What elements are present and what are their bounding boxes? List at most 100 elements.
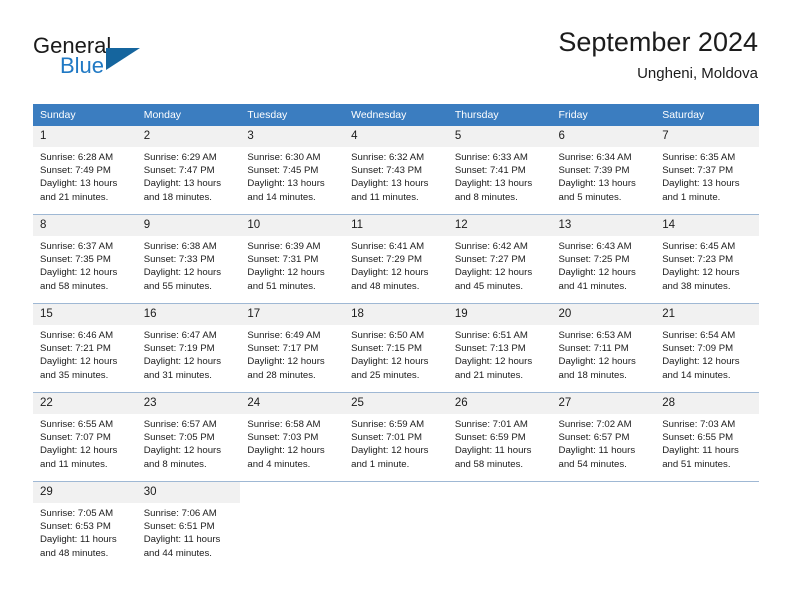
calendar-day-cell[interactable]: 26 Sunrise: 7:01 AM Sunset: 6:59 PM Dayl… bbox=[447, 392, 552, 482]
day-details: Sunrise: 7:02 AM Sunset: 6:57 PM Dayligh… bbox=[552, 414, 656, 471]
calendar-day-cell[interactable]: 24 Sunrise: 6:58 AM Sunset: 7:03 PM Dayl… bbox=[240, 392, 345, 482]
calendar-day-cell[interactable]: 30 Sunrise: 7:06 AM Sunset: 6:51 PM Dayl… bbox=[136, 481, 241, 568]
sunset-text: Sunset: 6:59 PM bbox=[454, 432, 526, 444]
calendar-day-cell[interactable]: 2 Sunrise: 6:29 AM Sunset: 7:47 PM Dayli… bbox=[136, 126, 241, 215]
daylight-text-line2: and 1 minute. bbox=[351, 458, 410, 470]
day-number: 15 bbox=[33, 304, 137, 325]
sunrise-text: Sunrise: 6:39 AM bbox=[247, 241, 321, 252]
day-details: Sunrise: 6:58 AM Sunset: 7:03 PM Dayligh… bbox=[240, 414, 344, 471]
day-number: 28 bbox=[655, 393, 759, 414]
general-blue-logo[interactable]: General Blue bbox=[33, 34, 213, 84]
weekday-header-saturday: Saturday bbox=[655, 104, 759, 126]
day-details: Sunrise: 6:38 AM Sunset: 7:33 PM Dayligh… bbox=[137, 236, 241, 293]
day-number bbox=[447, 482, 552, 503]
calendar-day-cell[interactable]: 21 Sunrise: 6:54 AM Sunset: 7:09 PM Dayl… bbox=[655, 303, 759, 393]
sunrise-text: Sunrise: 7:01 AM bbox=[454, 419, 528, 430]
sunrise-text: Sunrise: 7:02 AM bbox=[558, 419, 632, 430]
calendar-day-cell[interactable]: 14 Sunrise: 6:45 AM Sunset: 7:23 PM Dayl… bbox=[655, 214, 759, 304]
calendar-day-cell[interactable]: 8 Sunrise: 6:37 AM Sunset: 7:35 PM Dayli… bbox=[33, 214, 137, 304]
day-number: 11 bbox=[344, 215, 448, 236]
daylight-text-line1: Daylight: 12 hours bbox=[40, 356, 118, 368]
calendar-page: General Blue September 2024 Ungheni, Mol… bbox=[0, 0, 792, 612]
sunset-text: Sunset: 7:09 PM bbox=[662, 343, 734, 355]
calendar-day-cell[interactable]: 6 Sunrise: 6:34 AM Sunset: 7:39 PM Dayli… bbox=[551, 126, 656, 215]
calendar-day-cell[interactable]: 23 Sunrise: 6:57 AM Sunset: 7:05 PM Dayl… bbox=[136, 392, 241, 482]
day-details: Sunrise: 6:55 AM Sunset: 7:07 PM Dayligh… bbox=[33, 414, 137, 471]
day-number: 16 bbox=[136, 304, 241, 325]
daylight-text-line2: and 48 minutes. bbox=[40, 547, 109, 559]
day-number: 8 bbox=[33, 215, 137, 236]
daylight-text-line2: and 28 minutes. bbox=[247, 369, 316, 381]
day-details: Sunrise: 6:42 AM Sunset: 7:27 PM Dayligh… bbox=[448, 236, 552, 293]
day-details: Sunrise: 6:43 AM Sunset: 7:25 PM Dayligh… bbox=[552, 236, 656, 293]
daylight-text-line2: and 21 minutes. bbox=[40, 191, 109, 203]
daylight-text-line2: and 35 minutes. bbox=[40, 369, 109, 381]
sunrise-text: Sunrise: 6:47 AM bbox=[143, 330, 217, 341]
sunset-text: Sunset: 7:29 PM bbox=[351, 254, 423, 266]
calendar-day-cell[interactable]: 29 Sunrise: 7:05 AM Sunset: 6:53 PM Dayl… bbox=[33, 481, 137, 568]
sunrise-text: Sunrise: 6:49 AM bbox=[247, 330, 321, 341]
daylight-text-line1: Daylight: 12 hours bbox=[143, 267, 222, 279]
calendar-day-cell[interactable]: 19 Sunrise: 6:51 AM Sunset: 7:13 PM Dayl… bbox=[447, 303, 552, 393]
sunset-text: Sunset: 7:03 PM bbox=[247, 432, 319, 444]
calendar-day-cell[interactable]: 27 Sunrise: 7:02 AM Sunset: 6:57 PM Dayl… bbox=[551, 392, 656, 482]
day-number: 6 bbox=[551, 126, 656, 147]
calendar-day-cell[interactable]: 20 Sunrise: 6:53 AM Sunset: 7:11 PM Dayl… bbox=[551, 303, 656, 393]
calendar-day-cell[interactable]: 3 Sunrise: 6:30 AM Sunset: 7:45 PM Dayli… bbox=[240, 126, 345, 215]
daylight-text-line1: Daylight: 11 hours bbox=[454, 445, 532, 457]
day-details: Sunrise: 6:45 AM Sunset: 7:23 PM Dayligh… bbox=[655, 236, 759, 293]
calendar-day-cell[interactable]: 25 Sunrise: 6:59 AM Sunset: 7:01 PM Dayl… bbox=[344, 392, 448, 482]
day-number bbox=[344, 482, 448, 503]
day-details: Sunrise: 7:06 AM Sunset: 6:51 PM Dayligh… bbox=[137, 503, 241, 560]
day-details: Sunrise: 6:41 AM Sunset: 7:29 PM Dayligh… bbox=[344, 236, 448, 293]
daylight-text-line2: and 11 minutes. bbox=[351, 191, 419, 203]
day-number: 3 bbox=[240, 126, 345, 147]
calendar-day-cell[interactable]: 18 Sunrise: 6:50 AM Sunset: 7:15 PM Dayl… bbox=[344, 303, 448, 393]
daylight-text-line1: Daylight: 12 hours bbox=[40, 267, 118, 279]
day-number: 26 bbox=[447, 393, 552, 414]
calendar-day-cell[interactable]: 17 Sunrise: 6:49 AM Sunset: 7:17 PM Dayl… bbox=[240, 303, 345, 393]
daylight-text-line2: and 38 minutes. bbox=[662, 280, 731, 292]
calendar-day-cell[interactable]: 10 Sunrise: 6:39 AM Sunset: 7:31 PM Dayl… bbox=[240, 214, 345, 304]
calendar-day-cell[interactable]: 4 Sunrise: 6:32 AM Sunset: 7:43 PM Dayli… bbox=[344, 126, 448, 215]
calendar-day-cell[interactable]: 7 Sunrise: 6:35 AM Sunset: 7:37 PM Dayli… bbox=[655, 126, 759, 215]
calendar-day-cell[interactable]: 1 Sunrise: 6:28 AM Sunset: 7:49 PM Dayli… bbox=[33, 126, 137, 215]
calendar-day-cell[interactable]: 12 Sunrise: 6:42 AM Sunset: 7:27 PM Dayl… bbox=[447, 214, 552, 304]
daylight-text-line1: Daylight: 12 hours bbox=[351, 267, 429, 279]
sunrise-text: Sunrise: 6:33 AM bbox=[454, 152, 528, 163]
calendar-day-cell[interactable]: 5 Sunrise: 6:33 AM Sunset: 7:41 PM Dayli… bbox=[447, 126, 552, 215]
sunrise-text: Sunrise: 6:53 AM bbox=[558, 330, 632, 341]
calendar-day-cell-empty bbox=[344, 481, 448, 568]
day-details: Sunrise: 6:59 AM Sunset: 7:01 PM Dayligh… bbox=[344, 414, 448, 471]
daylight-text-line1: Daylight: 12 hours bbox=[454, 267, 533, 279]
sunrise-text: Sunrise: 6:34 AM bbox=[558, 152, 632, 163]
sunset-text: Sunset: 7:01 PM bbox=[351, 432, 423, 444]
calendar-day-cell[interactable]: 11 Sunrise: 6:41 AM Sunset: 7:29 PM Dayl… bbox=[344, 214, 448, 304]
calendar-day-cell[interactable]: 15 Sunrise: 6:46 AM Sunset: 7:21 PM Dayl… bbox=[33, 303, 137, 393]
daylight-text-line1: Daylight: 12 hours bbox=[662, 356, 740, 368]
daylight-text-line1: Daylight: 12 hours bbox=[351, 356, 429, 368]
daylight-text-line2: and 5 minutes. bbox=[558, 191, 622, 203]
calendar-day-cell-empty bbox=[447, 481, 552, 568]
day-number bbox=[655, 482, 759, 503]
calendar-day-cell[interactable]: 13 Sunrise: 6:43 AM Sunset: 7:25 PM Dayl… bbox=[551, 214, 656, 304]
sunset-text: Sunset: 7:17 PM bbox=[247, 343, 319, 355]
daylight-text-line1: Daylight: 13 hours bbox=[662, 178, 740, 190]
sunrise-text: Sunrise: 6:37 AM bbox=[40, 241, 114, 252]
sunrise-text: Sunrise: 6:32 AM bbox=[351, 152, 425, 163]
daylight-text-line1: Daylight: 11 hours bbox=[143, 534, 221, 546]
calendar-day-cell[interactable]: 28 Sunrise: 7:03 AM Sunset: 6:55 PM Dayl… bbox=[655, 392, 759, 482]
daylight-text-line2: and 18 minutes. bbox=[143, 191, 212, 203]
daylight-text-line1: Daylight: 13 hours bbox=[351, 178, 429, 190]
calendar-day-cell[interactable]: 22 Sunrise: 6:55 AM Sunset: 7:07 PM Dayl… bbox=[33, 392, 137, 482]
sunset-text: Sunset: 7:39 PM bbox=[558, 165, 630, 177]
calendar-day-cell[interactable]: 9 Sunrise: 6:38 AM Sunset: 7:33 PM Dayli… bbox=[136, 214, 241, 304]
page-title: September 2024 bbox=[558, 27, 758, 57]
daylight-text-line2: and 54 minutes. bbox=[558, 458, 627, 470]
sunset-text: Sunset: 7:27 PM bbox=[454, 254, 526, 266]
daylight-text-line2: and 51 minutes. bbox=[247, 280, 316, 292]
sunset-text: Sunset: 7:35 PM bbox=[40, 254, 111, 266]
day-number: 2 bbox=[136, 126, 241, 147]
sunrise-text: Sunrise: 6:28 AM bbox=[40, 152, 114, 163]
calendar-day-cell[interactable]: 16 Sunrise: 6:47 AM Sunset: 7:19 PM Dayl… bbox=[136, 303, 241, 393]
